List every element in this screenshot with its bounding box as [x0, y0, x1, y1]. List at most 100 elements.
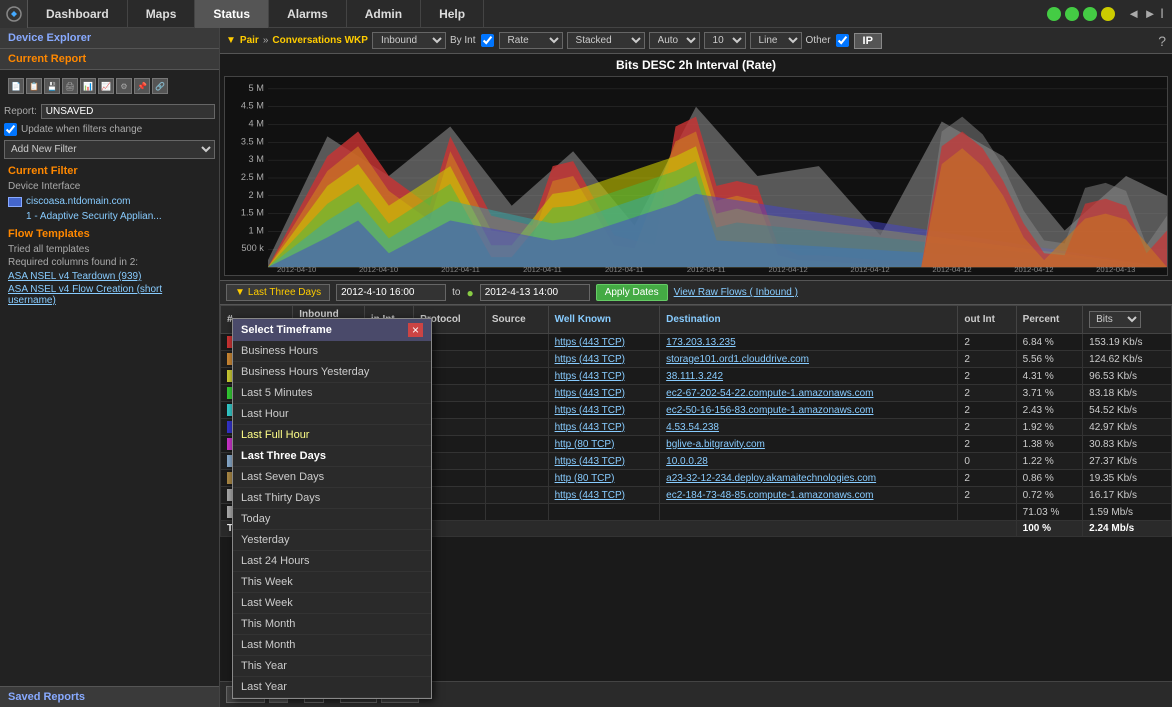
- col-header-well-known[interactable]: Well Known: [548, 306, 660, 334]
- view-raw-flows-link[interactable]: View Raw Flows ( Inbound ): [674, 287, 798, 298]
- nav-dot-2[interactable]: [1065, 7, 1079, 21]
- row-source: [485, 368, 548, 385]
- row-destination[interactable]: ec2-67-202-54-22.compute-1.amazonaws.com: [660, 385, 958, 402]
- apply-dates-button[interactable]: Apply Dates: [596, 284, 668, 301]
- report-icon-3[interactable]: 💾: [44, 78, 60, 94]
- row-out-int: 0: [958, 453, 1016, 470]
- row-destination[interactable]: 10.0.0.28: [660, 453, 958, 470]
- timeframe-item[interactable]: This Year: [233, 656, 431, 677]
- line-select[interactable]: Line Area Bar: [750, 32, 802, 49]
- total-percent: 100 %: [1016, 521, 1082, 537]
- bits-unit-select[interactable]: Bits Bytes: [1089, 311, 1141, 328]
- row-percent: 0.72 %: [1016, 487, 1082, 504]
- row-destination[interactable]: 173.203.13.235: [660, 334, 958, 351]
- nav-tab-status[interactable]: Status: [195, 0, 269, 28]
- auto-select[interactable]: Auto 1h 2h: [649, 32, 700, 49]
- timeframe-item[interactable]: Last Week: [233, 593, 431, 614]
- row-destination[interactable]: bglive-a.bitgravity.com: [660, 436, 958, 453]
- device-host-item[interactable]: ciscoasa.ntdomain.com: [0, 194, 219, 209]
- from-date-input[interactable]: [336, 284, 446, 301]
- row-destination[interactable]: ec2-50-16-156-83.compute-1.amazonaws.com: [660, 402, 958, 419]
- col-header-percent: Percent: [1016, 306, 1082, 334]
- timeframe-item[interactable]: Last Seven Days: [233, 467, 431, 488]
- row-rate: 83.18 Kb/s: [1083, 385, 1172, 402]
- other-source: [485, 504, 548, 521]
- timeframe-item[interactable]: Last Three Days: [233, 446, 431, 467]
- report-icon-2[interactable]: 📋: [26, 78, 42, 94]
- row-well-known: http (80 TCP): [548, 470, 660, 487]
- ip-button[interactable]: IP: [854, 33, 882, 49]
- report-name-input[interactable]: [41, 104, 215, 119]
- report-icon-4[interactable]: 🖨: [62, 78, 78, 94]
- row-destination[interactable]: 38.111.3.242: [660, 368, 958, 385]
- timeframe-item[interactable]: Business Hours Yesterday: [233, 362, 431, 383]
- timeframe-item[interactable]: This Week: [233, 572, 431, 593]
- report-icon-1[interactable]: 📄: [8, 78, 24, 94]
- row-out-int: 2: [958, 351, 1016, 368]
- timeframe-item[interactable]: Last Hour: [233, 404, 431, 425]
- nav-tab-maps[interactable]: Maps: [128, 0, 196, 28]
- nav-tab-alarms[interactable]: Alarms: [269, 0, 347, 28]
- timeframe-item[interactable]: Last 24 Hours: [233, 551, 431, 572]
- report-icon-9[interactable]: 🔗: [152, 78, 168, 94]
- row-percent: 1.38 %: [1016, 436, 1082, 453]
- timeframe-button[interactable]: ▼ Last Three Days: [226, 284, 330, 301]
- col-header-destination[interactable]: Destination: [660, 306, 958, 334]
- timeframe-item[interactable]: Last Month: [233, 635, 431, 656]
- timeframe-item[interactable]: Last Thirty Days: [233, 488, 431, 509]
- nav-tab-admin[interactable]: Admin: [347, 0, 421, 28]
- timeframe-item[interactable]: Business Hours: [233, 341, 431, 362]
- row-source: [485, 419, 548, 436]
- by-int-checkbox[interactable]: [481, 34, 494, 47]
- current-report-title[interactable]: Current Report: [0, 49, 219, 70]
- row-source: [485, 453, 548, 470]
- update-checkbox-label: Update when filters change: [21, 124, 142, 135]
- count-select[interactable]: 10 20 50: [704, 32, 746, 49]
- to-date-input[interactable]: [480, 284, 590, 301]
- row-destination[interactable]: 4.53.54.238: [660, 419, 958, 436]
- nav-tab-dashboard[interactable]: Dashboard: [28, 0, 128, 28]
- report-icon-8[interactable]: 📌: [134, 78, 150, 94]
- nav-tab-help[interactable]: Help: [421, 0, 484, 28]
- timeframe-item[interactable]: Last 5 Minutes: [233, 383, 431, 404]
- add-filter-select[interactable]: Add New Filter: [4, 140, 215, 159]
- update-checkbox[interactable]: [4, 123, 17, 136]
- timeframe-close-button[interactable]: ×: [408, 323, 423, 337]
- report-icon-6[interactable]: 📈: [98, 78, 114, 94]
- timeframe-item[interactable]: This Month: [233, 614, 431, 635]
- other-out-int: [958, 504, 1016, 521]
- row-percent: 4.31 %: [1016, 368, 1082, 385]
- breadcrumb-separator: »: [263, 35, 269, 46]
- timeframe-popup[interactable]: Select Timeframe × Business HoursBusines…: [232, 318, 432, 699]
- report-icon-5[interactable]: 📊: [80, 78, 96, 94]
- timeframe-item[interactable]: Last Year: [233, 677, 431, 698]
- row-destination[interactable]: ec2-184-73-48-85.compute-1.amazonaws.com: [660, 487, 958, 504]
- row-destination[interactable]: storage101.ord1.clouddrive.com: [660, 351, 958, 368]
- nav-dot-1[interactable]: [1047, 7, 1061, 21]
- svg-text:2012-04-11: 2012-04-11: [441, 265, 480, 274]
- chart-area: Bits DESC 2h Interval (Rate) 5 M 4.5 M 4…: [220, 54, 1172, 280]
- saved-reports-section[interactable]: Saved Reports: [0, 686, 219, 707]
- help-icon[interactable]: ?: [1158, 33, 1166, 49]
- report-label: Report:: [4, 106, 37, 117]
- row-percent: 0.86 %: [1016, 470, 1082, 487]
- rate-select[interactable]: Rate Volume: [499, 32, 563, 49]
- row-source: [485, 402, 548, 419]
- flow-link-2[interactable]: ASA NSEL v4 Flow Creation (short usernam…: [0, 283, 219, 307]
- device-interface-item[interactable]: 1 - Adaptive Security Applian...: [0, 209, 219, 224]
- timeframe-item[interactable]: Yesterday: [233, 530, 431, 551]
- nav-dot-3[interactable]: [1083, 7, 1097, 21]
- row-destination[interactable]: a23-32-12-234.deploy.akamaitechnologies.…: [660, 470, 958, 487]
- nav-dot-4[interactable]: [1101, 7, 1115, 21]
- timeframe-item[interactable]: Today: [233, 509, 431, 530]
- direction-select[interactable]: Inbound Outbound Both: [372, 32, 446, 49]
- other-checkbox[interactable]: [836, 34, 849, 47]
- flow-link-1[interactable]: ASA NSEL v4 Teardown (939): [0, 270, 219, 283]
- device-explorer-title[interactable]: Device Explorer: [0, 28, 219, 49]
- stacked-select[interactable]: Stacked Unstacked: [567, 32, 645, 49]
- timeframe-item[interactable]: Last Full Hour: [233, 425, 431, 446]
- report-icon-7[interactable]: ⚙: [116, 78, 132, 94]
- row-percent: 2.43 %: [1016, 402, 1082, 419]
- row-rate: 42.97 Kb/s: [1083, 419, 1172, 436]
- other-label: Other: [806, 35, 831, 46]
